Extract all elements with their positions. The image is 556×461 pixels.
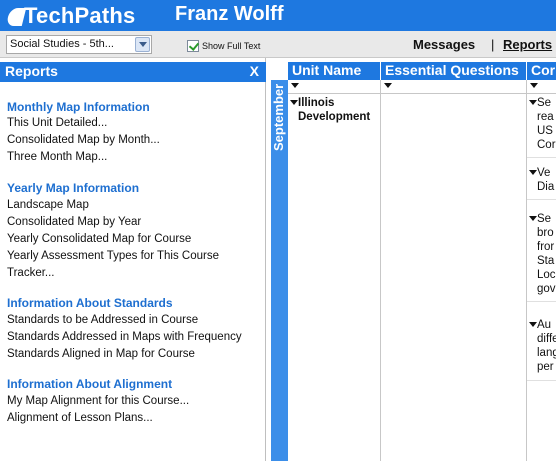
unit-name-column: Illinois Development: [288, 80, 381, 461]
content-entry-4-line-3: lang: [537, 347, 556, 359]
messages-link[interactable]: Messages: [413, 37, 475, 52]
logo-text: TechPaths: [24, 2, 136, 28]
report-link-three-month-map[interactable]: Three Month Map...: [7, 151, 107, 163]
expand-arrow-icon[interactable]: [529, 322, 537, 327]
entry-divider: [527, 157, 556, 158]
dropdown-arrow-icon[interactable]: [384, 83, 392, 88]
report-link-consolidated-map-by-month[interactable]: Consolidated Map by Month...: [7, 134, 160, 146]
content-entry-3-line-6: gov: [537, 283, 556, 295]
techpaths-logo: TechPaths: [6, 2, 135, 29]
content-entry-1-line-4: Cor: [537, 139, 556, 151]
column-header-unit-name[interactable]: Unit Name: [288, 62, 381, 80]
reports-panel: Reports X Monthly Map Information This U…: [0, 58, 266, 461]
unit-name-line-2[interactable]: Development: [298, 110, 370, 124]
close-panel-button[interactable]: X: [250, 63, 259, 79]
app-header: TechPaths Franz Wolff: [0, 0, 556, 31]
content-entry-1-line-2: rea: [537, 111, 554, 123]
column-header-essential-questions[interactable]: Essential Questions: [381, 62, 527, 80]
toolbar: Social Studies - 5th... Show Full Text M…: [0, 31, 556, 58]
month-column: September: [271, 80, 288, 461]
report-link-standards-addressed-with-frequency[interactable]: Standards Addressed in Maps with Frequen…: [7, 331, 242, 343]
content-entry-2-line-1: Ve: [537, 167, 551, 179]
expand-arrow-icon[interactable]: [290, 100, 298, 105]
show-full-text-label: Show Full Text: [202, 41, 261, 51]
entry-divider: [527, 380, 556, 381]
report-link-landscape-map[interactable]: Landscape Map: [7, 199, 89, 211]
section-information-about-standards: Information About Standards: [7, 296, 173, 310]
report-link-yearly-assessment-types[interactable]: Yearly Assessment Types for This Course: [7, 250, 219, 262]
course-select[interactable]: Social Studies - 5th...: [6, 35, 152, 54]
content-entry-2-line-2: Dia: [537, 181, 555, 193]
report-link-this-unit-detailed[interactable]: This Unit Detailed...: [7, 117, 107, 129]
content-entry-4-line-1: Au: [537, 319, 552, 331]
section-information-about-alignment: Information About Alignment: [7, 377, 173, 391]
report-link-alignment-of-lesson-plans[interactable]: Alignment of Lesson Plans...: [7, 412, 153, 424]
expand-arrow-icon[interactable]: [529, 170, 537, 175]
content-dropdown-strip: [527, 80, 556, 94]
show-full-text-checkbox[interactable]: [187, 40, 199, 52]
reports-panel-header: Reports X: [0, 62, 266, 82]
content-entry-1-line-3: US: [537, 125, 553, 137]
dropdown-arrow-icon[interactable]: [291, 83, 299, 88]
content-column: Se rea US Cor Ve Dia Se bro fror Sta Loc…: [527, 80, 556, 461]
content-entry-3-line-5: Loc: [537, 269, 556, 281]
reports-link[interactable]: Reports: [503, 37, 552, 52]
section-monthly-map-information: Monthly Map Information: [7, 100, 150, 114]
content-entry-3-line-2: bro: [537, 227, 554, 239]
content-entry-3-line-4: Sta: [537, 255, 555, 267]
column-header-content[interactable]: Cor: [527, 62, 556, 80]
section-yearly-map-information: Yearly Map Information: [7, 181, 140, 195]
content-entry-3-line-3: fror: [537, 241, 555, 253]
content-entry-4-line-4: per: [537, 361, 554, 373]
expand-arrow-icon[interactable]: [529, 216, 537, 221]
expand-arrow-icon[interactable]: [529, 100, 537, 105]
unit-name-line-1[interactable]: Illinois: [298, 96, 334, 110]
entry-divider: [527, 301, 556, 302]
logo-mark-icon: [6, 5, 22, 27]
report-link-yearly-consolidated-map-for-course[interactable]: Yearly Consolidated Map for Course: [7, 233, 191, 245]
unit-name-dropdown-strip: [288, 80, 380, 94]
content-entry-4-line-2: diffe: [537, 333, 556, 345]
month-label: September: [271, 84, 286, 152]
report-link-standards-aligned-in-map[interactable]: Standards Aligned in Map for Course: [7, 348, 195, 360]
reports-panel-title: Reports: [5, 63, 58, 79]
essential-questions-column: [381, 80, 527, 461]
dropdown-arrow-icon[interactable]: [530, 83, 538, 88]
report-link-standards-to-be-addressed[interactable]: Standards to be Addressed in Course: [7, 314, 198, 326]
essential-questions-dropdown-strip: [381, 80, 526, 94]
report-link-my-map-alignment[interactable]: My Map Alignment for this Course...: [7, 395, 189, 407]
report-link-consolidated-map-by-year[interactable]: Consolidated Map by Year: [7, 216, 141, 228]
course-select-value: Social Studies - 5th...: [10, 38, 114, 50]
report-link-tracker[interactable]: Tracker...: [7, 267, 55, 279]
entry-divider: [527, 199, 556, 200]
content-entry-3-line-1: Se: [537, 213, 552, 225]
user-name: Franz Wolff: [175, 3, 284, 25]
nav-separator: |: [491, 37, 495, 52]
chevron-down-icon[interactable]: [135, 37, 150, 52]
content-entry-1-line-1: Se: [537, 97, 552, 109]
